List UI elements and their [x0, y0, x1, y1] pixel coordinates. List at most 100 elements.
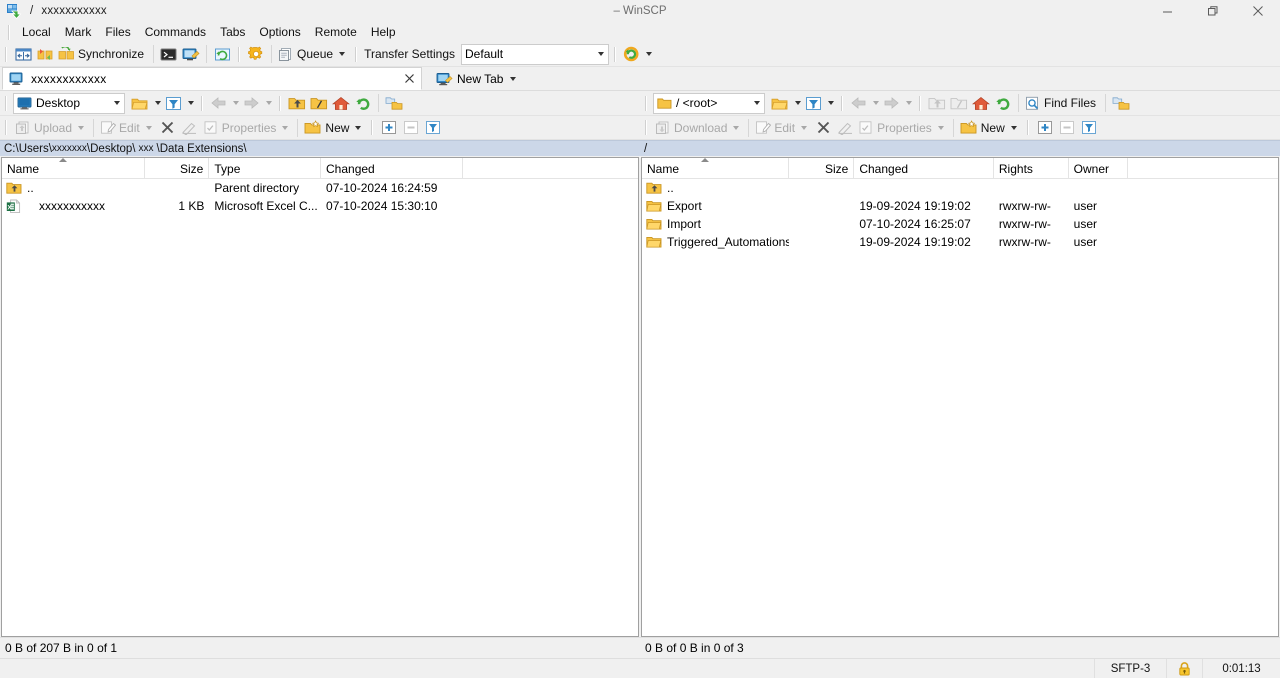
remote-column-changed[interactable]: Changed: [854, 158, 994, 179]
local-nav-grip[interactable]: [199, 95, 206, 112]
local-parent-directory-button[interactable]: [286, 92, 308, 114]
remote-directory-tree-button[interactable]: [1110, 92, 1132, 114]
chevron-down-icon[interactable]: [188, 101, 194, 105]
local-column-extra[interactable]: [463, 158, 638, 179]
table-row[interactable]: .. Parent directory 07-10-2024 16:24:59: [2, 179, 638, 197]
chevron-down-icon[interactable]: [339, 52, 346, 56]
synchronize-button[interactable]: Synchronize: [56, 43, 149, 65]
open-session-in-putty-button[interactable]: [180, 43, 202, 65]
remote-root-directory-button[interactable]: [948, 92, 970, 114]
local-column-name[interactable]: Name: [2, 158, 145, 179]
remote-rename-button[interactable]: [834, 117, 856, 139]
local-open-directory-button[interactable]: [129, 92, 163, 114]
local-select-more-button[interactable]: [378, 117, 400, 139]
preferences-gear-icon[interactable]: [245, 43, 267, 65]
close-icon[interactable]: [401, 71, 417, 87]
menu-local[interactable]: Local: [15, 23, 58, 41]
remote-column-size[interactable]: Size: [789, 158, 855, 179]
remote-column-extra[interactable]: [1128, 158, 1279, 179]
open-terminal-button[interactable]: [158, 43, 180, 65]
remote-edit-button[interactable]: Edit: [753, 117, 812, 139]
local-properties-button[interactable]: Properties: [201, 117, 294, 139]
transfer-settings-preset-button[interactable]: [621, 43, 654, 65]
remote-path-grip[interactable]: [643, 95, 650, 112]
remote-select-less-button[interactable]: [1056, 117, 1078, 139]
local-column-size[interactable]: Size: [145, 158, 210, 179]
local-file-list[interactable]: Name Size Type Changed .. Parent directo…: [1, 157, 639, 637]
queue-button[interactable]: Queue: [276, 43, 350, 65]
menu-tabs[interactable]: Tabs: [213, 23, 252, 41]
close-icon[interactable]: [1235, 0, 1280, 22]
chevron-down-icon[interactable]: [355, 125, 362, 130]
local-select-less-button[interactable]: [400, 117, 422, 139]
local-delete-button[interactable]: [157, 117, 179, 139]
remote-column-rights[interactable]: Rights: [994, 158, 1069, 179]
remote-file-list[interactable]: Name Size Changed Rights Owner .. Export…: [641, 157, 1279, 637]
remote-parent-directory-button[interactable]: [926, 92, 948, 114]
remote-properties-button[interactable]: Properties: [856, 117, 949, 139]
local-dirnav-grip[interactable]: [277, 95, 284, 112]
local-rename-button[interactable]: [179, 117, 201, 139]
remote-back-button[interactable]: [848, 92, 881, 114]
local-edit-button[interactable]: Edit: [98, 117, 157, 139]
menu-help[interactable]: Help: [364, 23, 403, 41]
remote-view-grip[interactable]: [1025, 119, 1032, 136]
toolbar-grip[interactable]: [236, 46, 243, 63]
synchronize-browsing-button[interactable]: [34, 43, 56, 65]
remote-ops-grip[interactable]: [643, 119, 650, 136]
remote-delete-button[interactable]: [812, 117, 834, 139]
chevron-down-icon[interactable]: [145, 125, 152, 130]
chevron-down-icon[interactable]: [828, 101, 834, 105]
remote-dirnav-grip[interactable]: [917, 95, 924, 112]
menu-mark[interactable]: Mark: [58, 23, 99, 41]
chevron-down-icon[interactable]: [937, 125, 944, 130]
remote-filter-button[interactable]: [803, 92, 836, 114]
remote-column-owner[interactable]: Owner: [1069, 158, 1128, 179]
remote-nav-grip[interactable]: [839, 95, 846, 112]
menu-commands[interactable]: Commands: [138, 23, 213, 41]
local-root-directory-button[interactable]: [308, 92, 330, 114]
menu-options[interactable]: Options: [252, 23, 307, 41]
chevron-down-icon[interactable]: [233, 101, 239, 105]
remote-path-combo[interactable]: / <root>: [653, 92, 765, 114]
chevron-down-icon[interactable]: [155, 101, 161, 105]
local-refresh-button[interactable]: [352, 92, 374, 114]
remote-new-button[interactable]: New: [958, 117, 1022, 139]
local-directory-tree-button[interactable]: [383, 92, 405, 114]
local-path-grip[interactable]: [3, 95, 10, 112]
find-files-button[interactable]: Find Files: [1023, 92, 1101, 114]
toolbar-grip[interactable]: [3, 46, 10, 63]
download-button[interactable]: Download: [652, 117, 744, 139]
local-forward-button[interactable]: [241, 92, 274, 114]
local-filter-button[interactable]: [163, 92, 196, 114]
chevron-down-icon[interactable]: [78, 125, 85, 130]
chevron-down-icon[interactable]: [1010, 125, 1017, 130]
chevron-down-icon[interactable]: [646, 52, 653, 56]
chevron-down-icon[interactable]: [733, 125, 740, 130]
chevron-down-icon[interactable]: [795, 101, 801, 105]
chevron-down-icon[interactable]: [801, 125, 808, 130]
local-column-type[interactable]: Type: [209, 158, 322, 179]
table-row[interactable]: Import 07-10-2024 16:25:07 rwxrw-rw- use…: [642, 215, 1278, 233]
toolbar-grip[interactable]: [612, 46, 619, 63]
chevron-down-icon[interactable]: [109, 94, 124, 113]
restore-icon[interactable]: [1190, 0, 1235, 22]
local-drive-combo[interactable]: Desktop: [13, 92, 125, 114]
refresh-button[interactable]: [211, 43, 233, 65]
chevron-down-icon[interactable]: [873, 101, 879, 105]
toolbar-grip[interactable]: [353, 46, 360, 63]
chevron-down-icon[interactable]: [906, 101, 912, 105]
chevron-down-icon[interactable]: [282, 125, 289, 130]
local-new-button[interactable]: New: [302, 117, 366, 139]
remote-refresh-button[interactable]: [992, 92, 1014, 114]
local-home-directory-button[interactable]: [330, 92, 352, 114]
table-row[interactable]: X xxxxxxxxxxx 1 KB Microsoft Excel C... …: [2, 197, 638, 215]
menu-files[interactable]: Files: [98, 23, 137, 41]
remote-open-directory-button[interactable]: [769, 92, 803, 114]
table-row[interactable]: ..: [642, 179, 1278, 197]
table-row[interactable]: Triggered_Automations 19-09-2024 19:19:0…: [642, 233, 1278, 251]
remote-forward-button[interactable]: [881, 92, 914, 114]
local-back-button[interactable]: [208, 92, 241, 114]
chevron-down-icon[interactable]: [510, 77, 517, 81]
chevron-down-icon[interactable]: [593, 45, 608, 64]
